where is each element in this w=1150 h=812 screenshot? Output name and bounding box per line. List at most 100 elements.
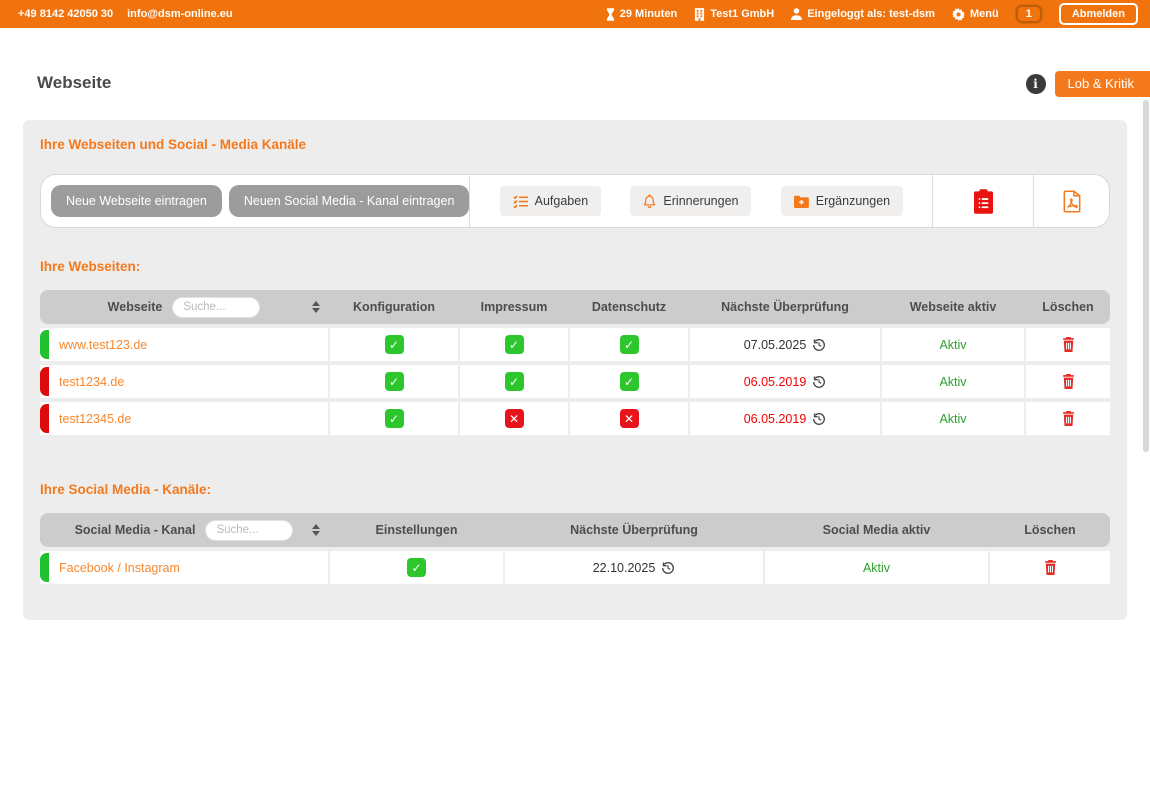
menu-button[interactable]: Menü [952, 8, 999, 21]
new-website-button[interactable]: Neue Webseite eintragen [51, 185, 222, 217]
phone-number: +49 8142 42050 30 [18, 8, 113, 20]
check-icon[interactable]: ✓ [407, 558, 426, 577]
top-bar: +49 8142 42050 30 info@dsm-online.eu 29 … [0, 0, 1150, 28]
next-check-date: 06.05.2019 [744, 412, 807, 426]
check-icon[interactable]: ✓ [385, 335, 404, 354]
cross-icon[interactable]: ✕ [620, 409, 639, 428]
email-address: info@dsm-online.eu [127, 8, 232, 20]
sort-icon[interactable] [312, 301, 320, 313]
bell-icon [643, 194, 656, 208]
datenschutz-cell: ✕ [570, 402, 688, 435]
pdf-export-button[interactable] [1059, 186, 1085, 217]
cross-icon[interactable]: ✕ [505, 409, 524, 428]
social-heading: Ihre Social Media - Kanäle: [40, 482, 1110, 497]
active-status[interactable]: Aktiv [939, 412, 966, 426]
history-icon[interactable] [812, 338, 826, 352]
check-icon[interactable]: ✓ [505, 372, 524, 391]
history-icon[interactable] [812, 375, 826, 389]
info-icon[interactable]: i [1026, 74, 1046, 94]
page-title: Webseite [37, 73, 111, 93]
col-naechste-ueberpruefung: Nächste Überprüfung [505, 523, 763, 537]
active-status-cell: Aktiv [882, 328, 1024, 361]
website-link[interactable]: Facebook / Instagram [59, 561, 180, 575]
next-check-date: 07.05.2025 [744, 338, 807, 352]
social-search-input[interactable] [205, 520, 293, 541]
website-search-input[interactable] [172, 297, 260, 318]
website-name-cell: test1234.de [40, 365, 328, 398]
pdf-icon [1063, 190, 1081, 213]
delete-button[interactable] [1044, 560, 1057, 575]
next-check-cell: 22.10.2025 [505, 551, 763, 584]
check-icon[interactable]: ✓ [385, 409, 404, 428]
topbar-contact: +49 8142 42050 30 info@dsm-online.eu [18, 8, 233, 20]
delete-cell [1026, 402, 1110, 435]
impressum-cell: ✓ [460, 365, 568, 398]
notification-badge[interactable]: 1 [1016, 5, 1042, 23]
session-timer-label: 29 Minuten [620, 8, 677, 20]
next-check-cell: 06.05.2019 [690, 402, 880, 435]
col-konfiguration: Konfiguration [330, 300, 458, 314]
history-icon[interactable] [812, 412, 826, 426]
folder-plus-icon [794, 195, 809, 208]
website-name-cell: Facebook / Instagram [40, 551, 328, 584]
company-label: Test1 GmbH [710, 8, 774, 20]
new-social-channel-button[interactable]: Neuen Social Media - Kanal eintragen [229, 185, 470, 217]
additions-button[interactable]: Ergänzungen [781, 186, 903, 216]
active-status[interactable]: Aktiv [939, 338, 966, 352]
active-status[interactable]: Aktiv [863, 561, 890, 575]
checklist-icon [513, 195, 528, 208]
websites-heading: Ihre Webseiten: [40, 259, 1110, 274]
clipboard-icon [974, 189, 993, 214]
col-webseite-aktiv: Webseite aktiv [882, 300, 1024, 314]
tasks-button[interactable]: Aufgaben [500, 186, 602, 216]
check-icon[interactable]: ✓ [620, 372, 639, 391]
website-link[interactable]: www.test123.de [59, 338, 147, 352]
building-icon [694, 8, 705, 21]
delete-button[interactable] [1062, 337, 1075, 352]
next-check-date: 06.05.2019 [744, 375, 807, 389]
tasks-label: Aufgaben [535, 194, 589, 208]
feedback-button[interactable]: Lob & Kritik [1055, 71, 1150, 97]
active-status[interactable]: Aktiv [939, 375, 966, 389]
website-name-cell: test12345.de [40, 402, 328, 435]
active-status-cell: Aktiv [882, 402, 1024, 435]
hourglass-icon [606, 8, 615, 21]
check-icon[interactable]: ✓ [385, 372, 404, 391]
col-loeschen: Löschen [990, 523, 1110, 537]
impressum-cell: ✕ [460, 402, 568, 435]
report-button[interactable] [970, 185, 997, 218]
scrollbar-thumb[interactable] [1143, 100, 1149, 452]
history-icon[interactable] [661, 561, 675, 575]
sort-icon[interactable] [312, 524, 320, 536]
col-einstellungen: Einstellungen [330, 523, 503, 537]
delete-button[interactable] [1062, 374, 1075, 389]
table-row: www.test123.de ✓ ✓ ✓ 07.05.2025 Aktiv [40, 328, 1110, 361]
row-status-indicator [40, 367, 49, 396]
row-status-indicator [40, 553, 49, 582]
active-status-cell: Aktiv [882, 365, 1024, 398]
check-icon[interactable]: ✓ [620, 335, 639, 354]
col-social-aktiv: Social Media aktiv [765, 523, 988, 537]
col-loeschen: Löschen [1026, 300, 1110, 314]
panel-title: Ihre Webseiten und Social - Media Kanäle [40, 137, 1110, 152]
col-impressum: Impressum [460, 300, 568, 314]
website-link[interactable]: test1234.de [59, 375, 124, 389]
gear-icon [952, 8, 965, 21]
next-check-date: 22.10.2025 [593, 561, 656, 575]
reminders-button[interactable]: Erinnerungen [630, 186, 751, 216]
datenschutz-cell: ✓ [570, 365, 688, 398]
delete-button[interactable] [1062, 411, 1075, 426]
user-icon [791, 8, 802, 20]
website-name-cell: www.test123.de [40, 328, 328, 361]
menu-label: Menü [970, 8, 999, 20]
konfiguration-cell: ✓ [330, 402, 458, 435]
websites-table-body: www.test123.de✓✓✓07.05.2025Aktivtest1234… [40, 328, 1110, 435]
check-icon[interactable]: ✓ [505, 335, 524, 354]
table-row: test12345.de ✓ ✕ ✕ 06.05.2019 Aktiv [40, 402, 1110, 435]
active-status-cell: Aktiv [765, 551, 988, 584]
row-status-indicator [40, 404, 49, 433]
logout-button[interactable]: Abmelden [1059, 3, 1138, 25]
additions-label: Ergänzungen [816, 194, 890, 208]
reminders-label: Erinnerungen [663, 194, 738, 208]
website-link[interactable]: test12345.de [59, 412, 131, 426]
